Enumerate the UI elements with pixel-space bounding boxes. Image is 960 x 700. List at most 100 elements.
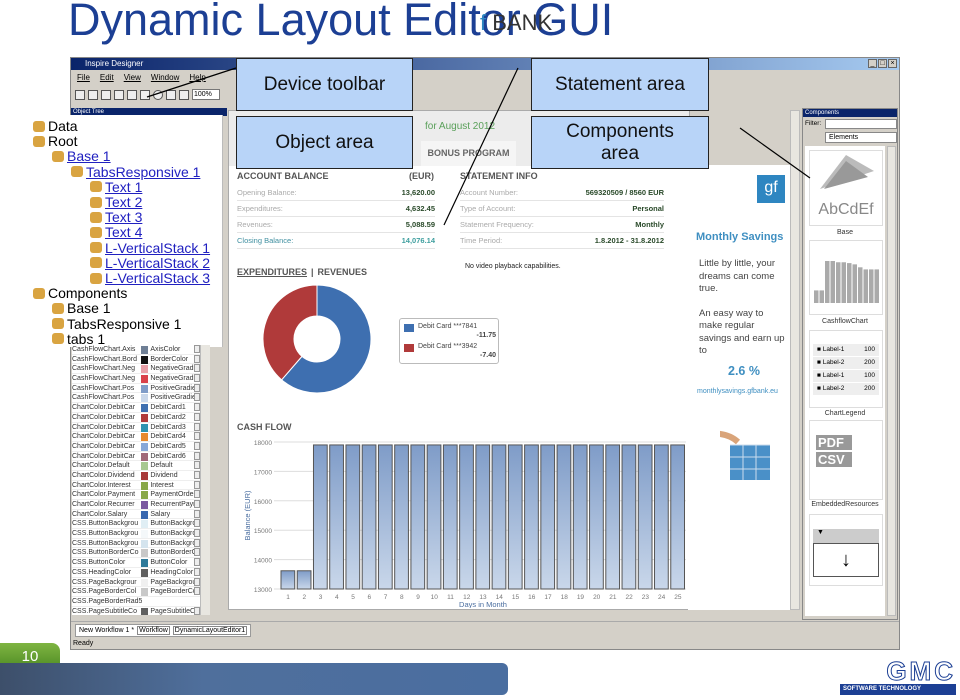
property-row[interactable]: CashFlowChart.Bord BorderColor [72,354,200,365]
color-swatch[interactable] [140,530,149,539]
property-row[interactable]: CSS.PageBorderRad5 [72,597,200,607]
property-row[interactable]: ChartColor.Dividend Dividend [72,470,200,481]
tree-node[interactable]: Base 1 [52,148,111,164]
color-swatch[interactable] [140,375,149,384]
tree-node[interactable]: Text 2 [90,194,142,210]
phone-device-icon[interactable] [101,89,111,100]
color-swatch[interactable] [140,491,149,500]
wide-monitor-device-icon[interactable] [140,89,150,100]
property-row[interactable]: CSS.ButtonBackgrou ButtonBackgrc [72,519,200,530]
property-row[interactable]: CSS.HeadingColor HeadingColor [72,567,200,578]
property-row[interactable]: ChartColor.Payment PaymentOrder [72,490,200,500]
property-row[interactable]: ChartColor.DebitCar DebitCard3 [72,422,200,433]
color-swatch[interactable] [140,501,149,509]
zoom-field[interactable]: 100% [192,89,220,100]
property-row[interactable]: CSS.PageSubtitleCo PageSubtitleC [72,606,200,615]
banner-link[interactable]: monthlysavings.gfbank.eu [697,388,778,395]
property-row[interactable]: ChartColor.DebitCar DebitCard2 [72,412,200,423]
desktop-device-icon[interactable] [75,89,85,100]
property-row[interactable]: ChartColor.DebitCar DebitCard1 [72,403,200,413]
color-swatch[interactable] [140,578,149,587]
color-swatch[interactable] [140,568,149,577]
canvas-scrollbar[interactable] [790,110,800,610]
page-icon[interactable] [179,89,189,100]
tree-node[interactable]: Root [33,133,78,149]
property-row[interactable]: ChartColor.DebitCar DebitCard4 [72,432,200,442]
tree-node[interactable]: L-VerticalStack 2 [90,255,210,271]
tab-bonus-program[interactable]: BONUS PROGRAM [421,141,516,166]
color-swatch[interactable] [140,442,149,451]
tree-node[interactable]: Data [33,118,78,134]
property-row[interactable]: ChartColor.Recurrer RecurrentPayr [72,500,200,510]
property-scrollbar[interactable] [200,345,210,615]
property-row[interactable]: ChartColor.Salary Salary [72,509,200,520]
tree-node[interactable]: L-VerticalStack 3 [90,270,210,286]
property-row[interactable]: CSS.ButtonBackgrou ButtonBackgrc [72,538,200,549]
tab-dynamic-layout-editor[interactable]: DynamicLayoutEditor1 [172,626,248,635]
color-swatch[interactable] [140,462,149,471]
phablet-device-icon[interactable] [114,89,124,100]
category-select[interactable]: Elements [825,132,897,143]
tree-node[interactable]: L-VerticalStack 1 [90,240,210,256]
property-row[interactable]: CSS.ButtonBorderCo ButtonBorderC [72,548,200,559]
color-swatch[interactable] [140,355,149,364]
revenues-tab[interactable]: REVENUES [318,267,368,277]
tree-node[interactable]: Base 1 [52,300,111,316]
color-swatch[interactable] [140,404,149,413]
property-row[interactable]: CashFlowChart.Axis AxisColor [72,345,200,355]
color-swatch[interactable] [140,510,149,519]
property-row[interactable]: ChartColor.DebitCar DebitCard5 [72,441,200,452]
print-icon[interactable] [166,89,176,100]
property-row[interactable]: ChartColor.Interest Interest [72,480,200,491]
property-row[interactable]: CashFlowChart.Pos PositiveGradie [72,393,200,404]
component-dropdown[interactable]: ▼ ↓ [809,514,883,586]
tree-node[interactable]: Components [33,285,127,301]
color-swatch[interactable] [140,481,149,490]
monitor-device-icon[interactable] [127,89,137,100]
tree-node[interactable]: Text 4 [90,224,142,240]
menu-edit[interactable]: Edit [100,73,114,82]
refresh-icon[interactable] [153,89,163,100]
filter-input[interactable] [825,119,897,129]
color-swatch[interactable] [140,365,149,374]
color-swatch[interactable] [140,549,149,558]
expenditures-tab[interactable]: EXPENDITURES [237,267,307,277]
component-chartlegend[interactable]: ■ Label-1 100 ■ Label-2 200 ■ Label-1 100 ■ La… [809,330,883,408]
tree-node[interactable]: Text 1 [90,179,142,195]
tab-new-workflow[interactable]: New Workflow 1 * [79,627,134,634]
maximize-button[interactable]: □ [878,59,887,68]
tree-node[interactable]: TabsResponsive 1 [71,164,200,180]
color-swatch[interactable] [140,520,149,529]
color-swatch[interactable] [140,471,149,480]
property-row[interactable]: CSS.PageBackgrour PageBackgrou [72,577,200,588]
component-cashflowchart[interactable] [809,240,883,315]
menu-window[interactable]: Window [151,73,179,82]
property-row[interactable]: CashFlowChart.Neg NegativeGradi [72,364,200,375]
tree-node[interactable]: Text 3 [90,209,142,225]
color-swatch[interactable] [140,433,149,442]
color-swatch[interactable] [140,607,149,615]
minimize-button[interactable]: _ [868,59,877,68]
property-row[interactable]: CashFlowChart.Neg NegativeGradi [72,374,200,384]
menu-file[interactable]: File [77,73,90,82]
close-button[interactable]: × [888,59,897,68]
color-swatch[interactable] [140,539,149,548]
component-embeddedresources[interactable]: PDF CSV [809,420,883,500]
color-swatch[interactable] [140,588,149,597]
color-swatch[interactable] [140,423,149,432]
components-scrollbar[interactable] [887,146,896,616]
menu-view[interactable]: View [124,73,141,82]
color-swatch[interactable] [140,384,149,393]
property-row[interactable]: CSS.ButtonBackgrou ButtonBackgrc [72,529,200,539]
tree-node[interactable]: TabsResponsive 1 [52,316,181,332]
menu-help[interactable]: Help [189,73,205,82]
color-swatch[interactable] [140,452,149,461]
color-swatch[interactable] [140,394,149,403]
property-row[interactable]: CSS.ButtonColor ButtonColor [72,558,200,568]
property-row[interactable]: ChartColor.DebitCar DebitCard6 [72,451,200,462]
color-swatch[interactable] [140,559,149,568]
component-base[interactable]: AbCdEf [809,150,883,226]
property-row[interactable]: CSS.PageBorderCol PageBorderCo [72,587,200,597]
tablet-device-icon[interactable] [88,89,98,100]
tab-workflow[interactable]: Workflow [137,626,170,635]
